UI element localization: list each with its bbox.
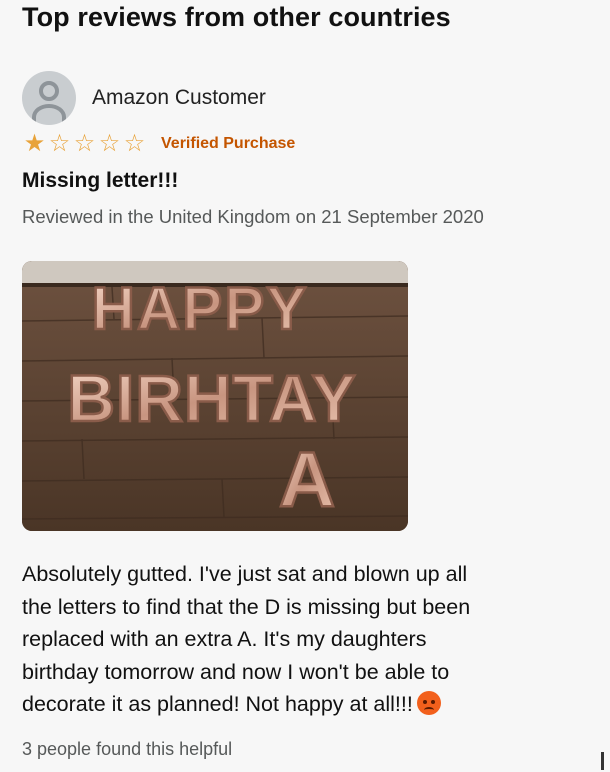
avatar-icon [22,71,76,125]
scrollbar-thumb[interactable] [601,752,604,770]
star-empty-icon: ☆ [98,130,121,157]
balloon-letter-a: A [279,435,335,523]
reviewer-profile[interactable]: Amazon Customer [22,70,266,126]
review-meta: Reviewed in the United Kingdom on 21 Sep… [22,206,484,227]
review-body-line: decorate it as planned! Not happy at all… [22,688,582,721]
verified-purchase-badge[interactable]: Verified Purchase [161,135,295,153]
rating-row: ★ ☆ ☆ ☆ ☆ Verified Purchase [22,131,296,157]
review-body-line: replaced with an extra A. It's my daught… [22,627,427,651]
review-body: Absolutely gutted. I've just sat and blo… [22,558,582,721]
star-empty-icon: ☆ [73,130,96,157]
review-title[interactable]: Missing letter!!! [22,169,178,193]
section-title: Top reviews from other countries [22,2,451,32]
star-empty-icon: ☆ [48,130,71,157]
review-photo[interactable]: HAPPY BIRHTAY A [22,261,408,531]
reviewer-name[interactable]: Amazon Customer [92,86,266,110]
balloon-word-birhtay: BIRHTAY [67,361,356,435]
review-body-line: birthday tomorrow and now I won't be abl… [22,659,450,684]
balloon-letters-photo: HAPPY BIRHTAY A [22,261,408,531]
star-filled-icon: ★ [23,130,46,157]
review-body-line: Absolutely gutted. I've just sat and blo… [22,562,468,586]
star-empty-icon: ☆ [123,130,146,157]
star-rating[interactable]: ★ ☆ ☆ ☆ ☆ [22,132,147,156]
angry-face-icon [416,691,441,715]
helpful-count: 3 people found this helpful [22,739,233,759]
review-body-line: the letters to find that the D is missin… [22,594,471,619]
review-body-last-text: decorate it as planned! Not happy at all… [22,692,413,716]
balloon-word-happy: HAPPY [92,275,309,342]
